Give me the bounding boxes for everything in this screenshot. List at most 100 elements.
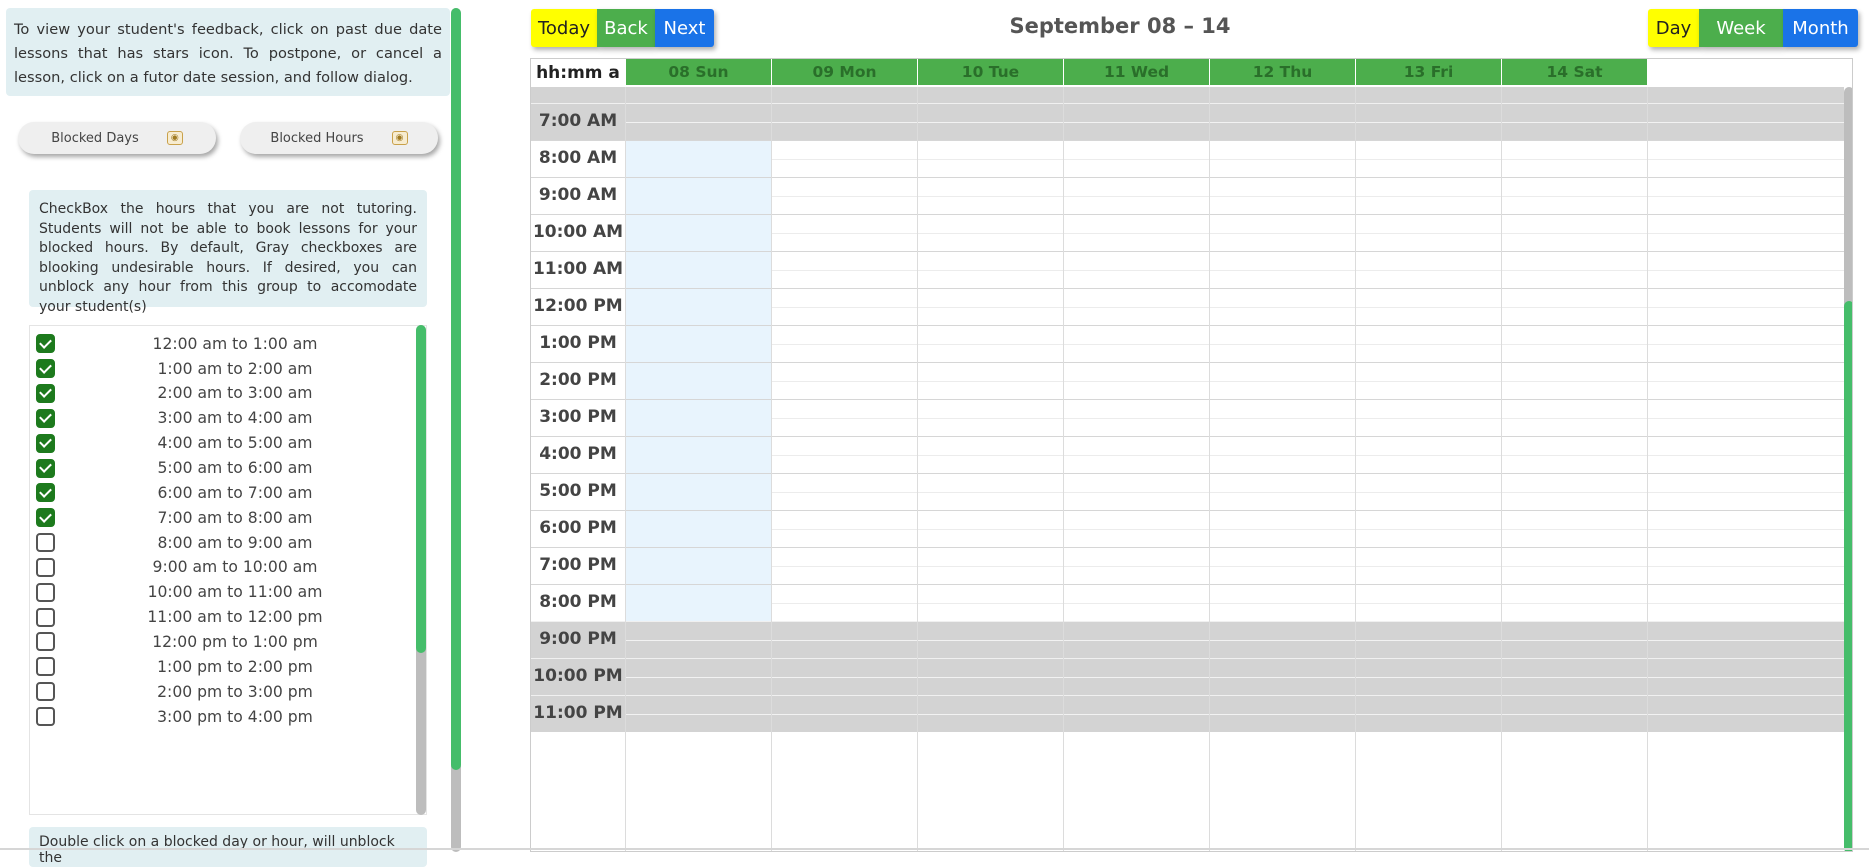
calendar-scroll-thumb[interactable]: [1844, 301, 1852, 851]
day-header[interactable]: 10 Tue: [917, 59, 1063, 85]
blocked-hour-label: 9:00 am to 10:00 am: [152, 558, 318, 577]
unchecked-checkbox[interactable]: [36, 682, 55, 702]
week-grid: hh:mm a 08 Sun 09 Mon 10 Tue 11 Wed 12 Thu 13…: [530, 58, 1853, 852]
unchecked-checkbox[interactable]: [36, 707, 55, 727]
column-divider: [625, 87, 626, 851]
today-column-cell[interactable]: [626, 548, 771, 584]
left-panel-scroll-thumb[interactable]: [451, 8, 461, 770]
today-column-cell[interactable]: [626, 474, 771, 510]
blocked-hour-label: 5:00 am to 6:00 am: [157, 459, 313, 478]
checked-checkbox[interactable]: [36, 508, 55, 528]
unchecked-checkbox[interactable]: [36, 657, 55, 677]
today-column-cell[interactable]: [626, 141, 771, 177]
unchecked-checkbox[interactable]: [36, 632, 55, 652]
half-hour-divider: [625, 269, 1844, 271]
half-hour-divider: [625, 121, 1844, 123]
day-header[interactable]: 08 Sun: [625, 59, 771, 85]
time-label: 7:00 AM: [538, 111, 618, 131]
column-divider: [771, 87, 772, 851]
column-divider: [1355, 87, 1356, 851]
month-view-button[interactable]: Month: [1783, 9, 1858, 47]
time-label: 10:00 AM: [532, 222, 624, 242]
today-column-cell[interactable]: [626, 215, 771, 251]
blocked-hour-label: 1:00 pm to 2:00 pm: [157, 657, 313, 676]
hours-list-scroll-thumb[interactable]: [416, 325, 426, 653]
time-label: 3:00 PM: [539, 407, 617, 427]
time-label: 7:00 PM: [539, 555, 617, 575]
time-label: 1:00 PM: [539, 333, 617, 353]
today-column-cell[interactable]: [626, 400, 771, 436]
half-hour-divider: [625, 417, 1844, 419]
half-hour-divider: [625, 380, 1844, 382]
day-header[interactable]: 09 Mon: [771, 59, 917, 85]
today-column-cell[interactable]: [626, 511, 771, 547]
time-label: 8:00 PM: [539, 592, 617, 612]
column-divider: [1209, 87, 1210, 851]
today-column-cell[interactable]: [626, 178, 771, 214]
blocked-hour-label: 1:00 am to 2:00 am: [157, 359, 313, 378]
half-hour-divider: [625, 602, 1844, 604]
unchecked-checkbox[interactable]: [36, 533, 55, 553]
calendar-title: September 08 – 14: [1009, 14, 1231, 38]
column-divider: [1063, 87, 1064, 851]
hours-list-scrollbar[interactable]: [416, 325, 426, 815]
day-header[interactable]: 14 Sat: [1501, 59, 1647, 85]
today-column-cell[interactable]: [626, 252, 771, 288]
blocked-hours-label: Blocked Hours: [270, 130, 364, 146]
blocked-hour-label: 2:00 am to 3:00 am: [157, 384, 313, 403]
time-label: 6:00 PM: [539, 518, 617, 538]
next-button[interactable]: Next: [655, 9, 714, 47]
half-hour-divider: [625, 306, 1844, 308]
left-panel: To view your student's feedback, click o…: [0, 0, 461, 867]
blocked-days-button[interactable]: Blocked Days ◉: [18, 122, 216, 154]
page-bottom-divider: [0, 848, 1869, 850]
day-view-button[interactable]: Day: [1648, 9, 1699, 47]
day-header[interactable]: 12 Thu: [1209, 59, 1355, 85]
blocked-days-label: Blocked Days: [51, 130, 139, 146]
unchecked-checkbox[interactable]: [36, 557, 55, 577]
unchecked-checkbox[interactable]: [36, 582, 55, 602]
checked-checkbox[interactable]: [36, 433, 55, 453]
time-label: 2:00 PM: [539, 370, 617, 390]
left-panel-scrollbar[interactable]: [451, 8, 461, 852]
time-format-header: hh:mm a: [531, 59, 625, 87]
checked-checkbox[interactable]: [36, 458, 55, 478]
half-hour-divider: [625, 639, 1844, 641]
checked-checkbox[interactable]: [36, 408, 55, 428]
calendar-scrollbar[interactable]: [1844, 87, 1852, 851]
checked-checkbox[interactable]: [36, 359, 55, 379]
time-label: 9:00 AM: [538, 185, 618, 205]
checked-checkbox[interactable]: [36, 483, 55, 503]
blocked-hour-row[interactable]: 3:00 pm to 4:00 pm: [30, 702, 420, 732]
today-column-cell[interactable]: [626, 289, 771, 325]
half-hour-divider: [625, 676, 1844, 678]
time-label: 10:00 PM: [533, 666, 623, 686]
today-button[interactable]: Today: [531, 9, 597, 47]
column-divider: [917, 87, 918, 851]
back-button[interactable]: Back: [597, 9, 655, 47]
day-header[interactable]: 13 Fri: [1355, 59, 1501, 85]
half-hour-divider: [625, 232, 1844, 234]
week-view-button[interactable]: Week: [1699, 9, 1783, 47]
half-hour-divider: [625, 195, 1844, 197]
blocked-hour-label: 12:00 pm to 1:00 pm: [152, 632, 318, 651]
blocked-hour-label: 2:00 pm to 3:00 pm: [157, 682, 313, 701]
blocked-hours-button[interactable]: Blocked Hours ◉: [240, 122, 438, 154]
blocked-hour-label: 6:00 am to 7:00 am: [157, 483, 313, 502]
today-column-cell[interactable]: [626, 585, 771, 621]
unchecked-checkbox[interactable]: [36, 607, 55, 627]
today-column-cell[interactable]: [626, 326, 771, 362]
checked-checkbox[interactable]: [36, 383, 55, 403]
checked-checkbox[interactable]: [36, 334, 55, 354]
blocked-hour-label: 7:00 am to 8:00 am: [157, 508, 313, 527]
blocked-hour-label: 3:00 am to 4:00 am: [157, 409, 313, 428]
clock-block-icon: ◉: [391, 131, 408, 145]
time-label: 8:00 AM: [538, 148, 618, 168]
feedback-instructions: To view your student's feedback, click o…: [6, 8, 450, 96]
today-column-cell[interactable]: [626, 363, 771, 399]
half-hour-divider: [625, 713, 1844, 715]
blocked-hour-label: 4:00 am to 5:00 am: [157, 434, 313, 453]
time-label: 12:00 PM: [533, 296, 623, 316]
today-column-cell[interactable]: [626, 437, 771, 473]
day-header[interactable]: 11 Wed: [1063, 59, 1209, 85]
